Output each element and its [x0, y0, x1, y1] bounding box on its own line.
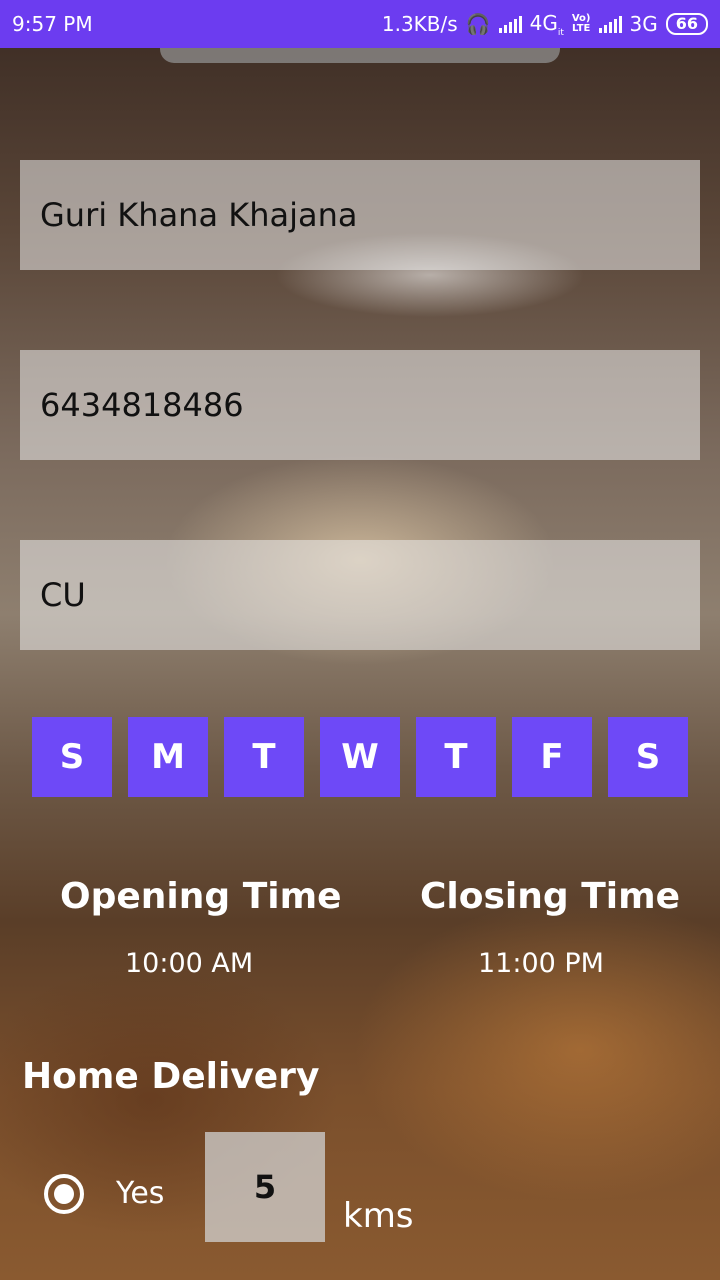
phone-input[interactable]: 6434818486 [20, 350, 700, 460]
sheet-handle[interactable] [160, 48, 560, 63]
network-type-2: 3G [629, 12, 658, 36]
home-delivery-title: Home Delivery [22, 1056, 320, 1097]
day-sunday-button[interactable]: S [32, 717, 112, 797]
network-type-1: 4Git [529, 10, 564, 38]
address-input[interactable]: CU [20, 540, 700, 650]
distance-unit-label: kms [343, 1196, 414, 1236]
restaurant-name-value: Guri Khana Khajana [40, 196, 358, 234]
closing-time-label: Closing Time [420, 876, 681, 917]
signal-icon-2 [598, 15, 622, 33]
day-thursday-button[interactable]: T [416, 717, 496, 797]
day-friday-button[interactable]: F [512, 717, 592, 797]
day-selector: S M T W T F S [32, 717, 688, 797]
opening-time-value[interactable]: 10:00 AM [125, 948, 253, 979]
opening-time-label: Opening Time [60, 876, 342, 917]
radio-selected-dot [54, 1184, 74, 1204]
day-tuesday-button[interactable]: T [224, 717, 304, 797]
status-bar: 9:57 PM 1.3KB/s 🎧 4Git Vo) LTE 3G 66 [0, 0, 720, 48]
day-saturday-button[interactable]: S [608, 717, 688, 797]
phone-value: 6434818486 [40, 386, 244, 424]
battery-icon: 66 [665, 13, 708, 35]
delivery-distance-input[interactable]: 5 [205, 1132, 325, 1242]
status-time: 9:57 PM [12, 12, 93, 36]
address-value: CU [40, 576, 86, 614]
status-icons: 1.3KB/s 🎧 4Git Vo) LTE 3G 66 [382, 11, 708, 38]
volte-icon: Vo) LTE [571, 13, 591, 34]
delivery-distance-value: 5 [253, 1168, 277, 1206]
signal-icon [498, 15, 522, 33]
day-wednesday-button[interactable]: W [320, 717, 400, 797]
delivery-yes-radio[interactable] [44, 1174, 84, 1214]
restaurant-name-input[interactable]: Guri Khana Khajana [20, 160, 700, 270]
network-speed: 1.3KB/s [381, 12, 458, 36]
closing-time-value[interactable]: 11:00 PM [478, 948, 604, 979]
delivery-yes-label[interactable]: Yes [116, 1176, 164, 1211]
day-monday-button[interactable]: M [128, 717, 208, 797]
headset-icon: 🎧 [465, 12, 491, 36]
